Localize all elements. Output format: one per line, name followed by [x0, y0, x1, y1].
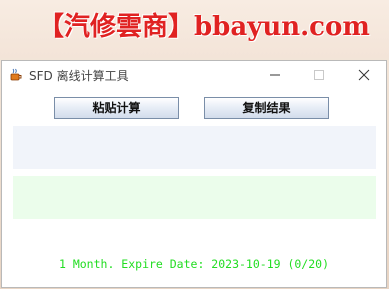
title-bar: SFD 离线计算工具 — [2, 61, 386, 89]
maximize-button[interactable] — [297, 61, 341, 89]
window-title: SFD 离线计算工具 — [29, 69, 129, 83]
java-cup-icon — [9, 67, 23, 81]
app-window: SFD 离线计算工具 粘贴计算 复制结果 1 Month. Expire Dat… — [1, 60, 387, 288]
paste-compute-button[interactable]: 粘贴计算 — [54, 97, 179, 119]
copy-result-button[interactable]: 复制结果 — [204, 97, 329, 119]
close-icon — [358, 69, 370, 81]
input-panel[interactable] — [13, 126, 376, 169]
minimize-button[interactable] — [253, 61, 297, 89]
maximize-icon — [314, 70, 324, 80]
watermark-banner: 【汽修雲商】bbayun.com — [0, 0, 389, 58]
expiry-status: 1 Month. Expire Date: 2023-10-19 (0/20) — [58, 257, 330, 271]
close-button[interactable] — [342, 61, 386, 89]
minimize-icon — [270, 74, 280, 76]
result-panel[interactable] — [13, 176, 376, 219]
watermark-text: 【汽修雲商】bbayun.com — [38, 12, 370, 42]
